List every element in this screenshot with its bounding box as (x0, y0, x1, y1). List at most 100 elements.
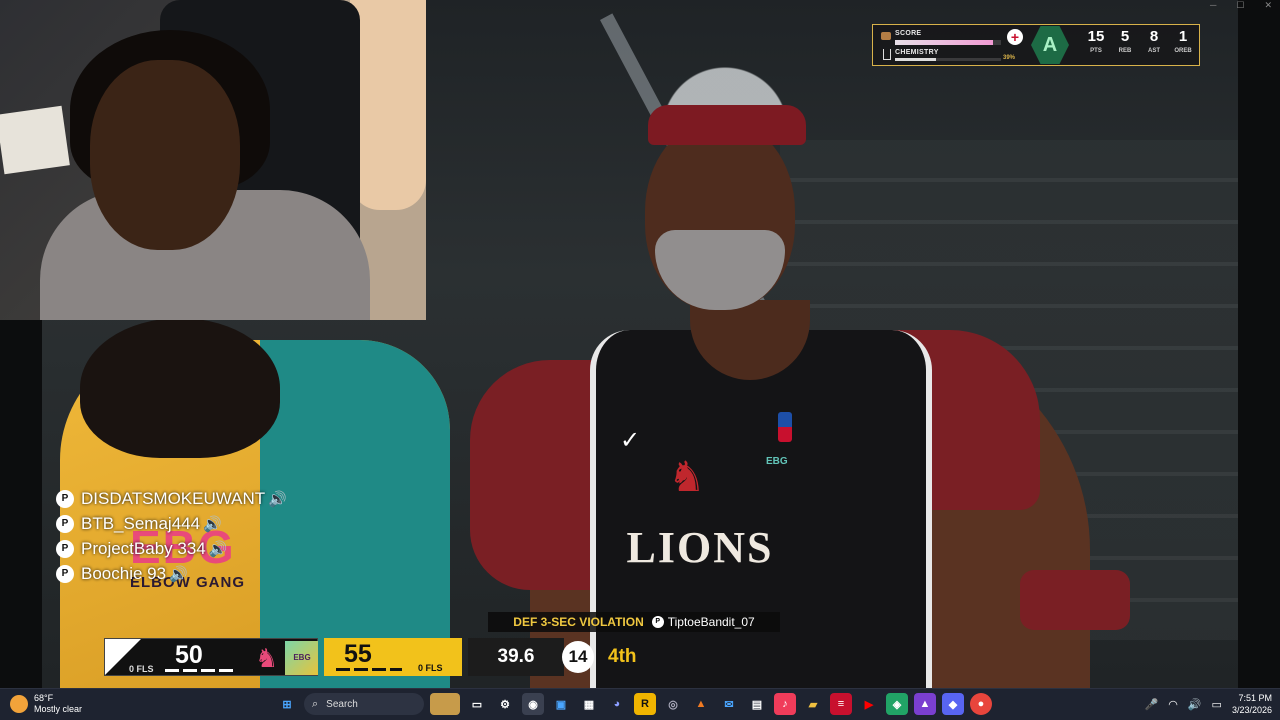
search-highlight-icon[interactable] (430, 693, 460, 715)
streamer-face (90, 60, 240, 250)
stat-label: PTS (1090, 48, 1102, 54)
webcam-paper (0, 105, 70, 175)
wifi-icon[interactable]: ◠ (1168, 698, 1178, 711)
stat-value: 1 (1178, 28, 1188, 45)
stat-reb: 5 REB (1111, 28, 1139, 55)
minimize-button[interactable]: ─ (1210, 0, 1216, 11)
lion-crest-icon: ♞ (255, 643, 279, 673)
speaker-icon: 🔊 (268, 490, 287, 508)
calculator-icon[interactable]: ▤ (746, 693, 768, 715)
home-timeouts (165, 669, 235, 672)
violation-player: TiptoeBandit_07 (667, 615, 755, 629)
chemistry-bar-fill (895, 58, 937, 61)
shot-clock: 14 (562, 641, 594, 673)
letterbox-right (1238, 0, 1280, 688)
party-member-name: DISDATSMOKEUWANT (81, 488, 266, 508)
steam-icon[interactable]: ◎ (662, 693, 684, 715)
clock-time: 7:51 PM (1238, 693, 1272, 703)
settings-gear-icon[interactable]: ⚙ (494, 693, 516, 715)
microphone-icon[interactable]: 🎤 (1145, 698, 1159, 711)
taskbar-apps: ⊞ ⌕ Search ▭ ⚙ ◉ ▣ ▦ ◕ R ◎ ▲ ✉ ▤ ♪ ▰ ≡ ▶… (276, 693, 992, 715)
party-member: P Boochie 93 🔊 (56, 561, 287, 586)
score-label: SCORE (895, 30, 922, 37)
app-purple-icon[interactable]: ▲ (914, 693, 936, 715)
speaker-icon: 🔊 (169, 565, 188, 583)
stat-label: AST (1148, 48, 1160, 54)
playstation-icon: P (651, 616, 664, 628)
party-member-name: Boochie 93 (81, 563, 167, 583)
home-fouls: 0 FLS (129, 664, 154, 674)
close-button[interactable]: ✕ (1264, 0, 1272, 11)
away-score: 55 (344, 640, 372, 668)
center-player-jersey (590, 330, 932, 688)
webcam-background-person (350, 0, 426, 210)
weather-temp: 68°F (34, 693, 54, 703)
battery-icon[interactable]: ▭ (1212, 698, 1222, 711)
stat-pts: 15 PTS (1082, 29, 1110, 55)
search-placeholder: Search (326, 698, 358, 710)
volume-icon[interactable]: 🔊 (1188, 698, 1202, 711)
home-team-panel: 0 FLS 50 ♞ EBG (104, 638, 318, 676)
weather-desc: Mostly clear (34, 704, 83, 714)
chemistry-flask-icon (883, 49, 891, 60)
task-view-icon[interactable]: ▭ (466, 693, 488, 715)
windows-taskbar: 68°F Mostly clear ⊞ ⌕ Search ▭ ⚙ ◉ ▣ ▦ ◕… (0, 688, 1280, 720)
ebg-patch-icon: EBG (766, 456, 788, 467)
mail-icon[interactable]: ✉ (718, 693, 740, 715)
stat-value: 8 (1149, 28, 1159, 45)
stat-label: REB (1118, 48, 1132, 54)
window-controls: ─ ☐ ✕ (1210, 0, 1272, 11)
score-icon (881, 32, 891, 40)
quarter: 4th (608, 646, 637, 667)
party-member: P ProjectBaby 334 🔊 (56, 536, 287, 561)
folder-icon[interactable]: ▰ (802, 693, 824, 715)
weather-widget[interactable]: 68°F Mostly clear (10, 693, 82, 715)
weather-icon (10, 695, 28, 713)
foreground-player-hair (80, 318, 280, 458)
center-player-headband (648, 105, 806, 145)
start-menu-icon[interactable]: ⊞ (276, 693, 298, 715)
party-member-name: BTB_Semaj444 (81, 513, 201, 533)
obs-icon[interactable]: ◉ (522, 693, 544, 715)
chemistry-label: CHEMISTRY (895, 49, 939, 56)
lions-jersey-text: LIONS (626, 523, 774, 572)
chemistry-percent: 39% (1003, 55, 1016, 61)
vlc-icon[interactable]: ▲ (690, 693, 712, 715)
center-player-beard (655, 230, 785, 310)
discord-icon[interactable]: ◕ (606, 693, 628, 715)
foreground-player-sleeve (260, 340, 450, 688)
scoreboard: 0 FLS 50 ♞ EBG 55 0 FLS 39.6 14 4th (104, 638, 644, 676)
chrome-icon[interactable]: ● (970, 693, 992, 715)
away-fouls: 0 FLS (418, 663, 443, 673)
away-timeouts (336, 668, 402, 671)
stat-oreb: 1 OREB (1169, 28, 1197, 55)
party-member: P DISDATSMOKEUWANT 🔊 (56, 486, 287, 511)
system-tray: 🎤 ◠ 🔊 ▭ 7:51 PM 3/23/2026 (1145, 692, 1272, 716)
stat-value: 5 (1120, 28, 1130, 45)
party-member-name: ProjectBaby 334 (81, 538, 206, 558)
chemistry-bar (895, 58, 1001, 61)
gamebar-icon[interactable]: ◈ (886, 693, 908, 715)
score-bar (895, 40, 1001, 45)
app-red-icon[interactable]: ≡ (830, 693, 852, 715)
clock-date: 3/23/2026 (1231, 705, 1272, 715)
music-icon[interactable]: ♪ (774, 693, 796, 715)
taskbar-clock[interactable]: 7:51 PM 3/23/2026 (1232, 692, 1272, 716)
stat-label: OREB (1174, 48, 1192, 54)
lion-crest-icon: ♞ (668, 453, 706, 500)
game-app-icon[interactable]: ▦ (578, 693, 600, 715)
stat-ast: 8 AST (1140, 28, 1168, 55)
center-player-wristband (1020, 570, 1130, 630)
party-voice-list: P DISDATSMOKEUWANT 🔊 P BTB_Semaj444 🔊 P … (56, 486, 287, 586)
app-blue-icon[interactable]: ◆ (942, 693, 964, 715)
taskbar-search[interactable]: ⌕ Search (304, 693, 424, 715)
playstation-icon: P (56, 489, 74, 508)
youtube-icon[interactable]: ▶ (858, 693, 880, 715)
maximize-button[interactable]: ☐ (1236, 0, 1244, 11)
game-clock: 39.6 (468, 638, 564, 676)
rockstar-icon[interactable]: R (634, 693, 656, 715)
badge-plus-icon: + (1007, 29, 1023, 45)
search-icon: ⌕ (312, 697, 319, 710)
store-icon[interactable]: ▣ (550, 693, 572, 715)
playstation-icon: P (56, 564, 74, 583)
